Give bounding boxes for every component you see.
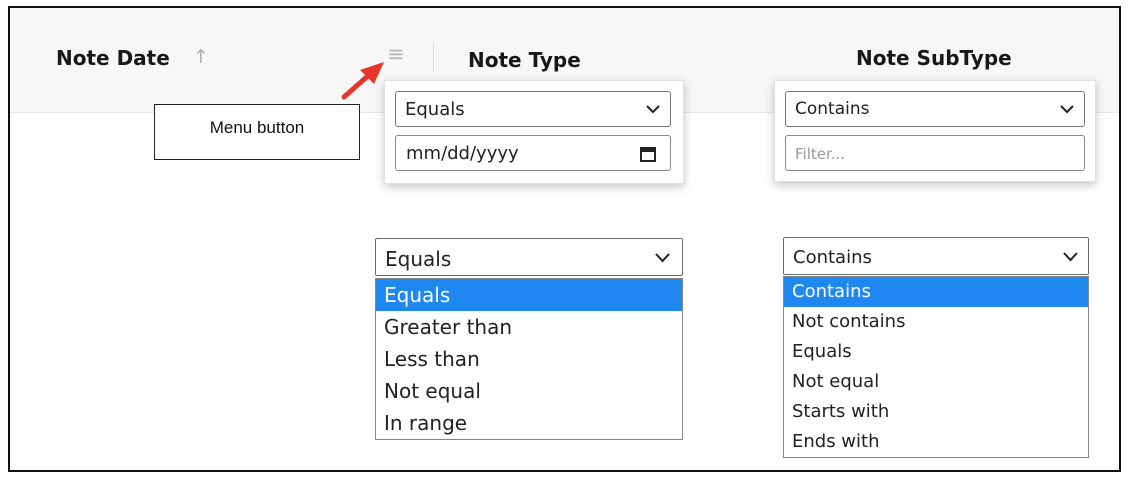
text-option-contains[interactable]: Contains	[784, 277, 1088, 307]
text-option-starts-with[interactable]: Starts with	[784, 397, 1088, 427]
date-operator-dropdown[interactable]: Equals	[375, 238, 683, 276]
text-operator-value: Contains	[795, 99, 870, 119]
chevron-down-icon	[646, 105, 660, 114]
text-operator-select[interactable]: Contains	[785, 91, 1085, 127]
text-filter-popup: Contains Filter...	[774, 80, 1096, 182]
date-operator-value: Equals	[405, 99, 465, 120]
annotation-arrow	[341, 62, 384, 100]
column-header-note-type[interactable]: Note Type	[468, 48, 581, 72]
column-separator	[433, 42, 434, 72]
screenshot-frame: Note Date ↑ ≡ Note Type Note SubType Men…	[8, 6, 1121, 472]
text-operator-dropdown[interactable]: Contains	[783, 237, 1089, 275]
date-placeholder: mm/dd/yyyy	[406, 143, 519, 164]
date-operator-select[interactable]: Equals	[395, 91, 671, 127]
date-operator-options-list: Equals Greater than Less than Not equal …	[375, 278, 683, 440]
text-option-not-equal[interactable]: Not equal	[784, 367, 1088, 397]
date-filter-popup: Equals mm/dd/yyyy	[384, 80, 684, 184]
date-option-less-than[interactable]: Less than	[376, 343, 682, 375]
text-operator-dropdown-value: Contains	[793, 247, 872, 268]
text-operator-options-list: Contains Not contains Equals Not equal S…	[783, 276, 1089, 458]
text-option-not-contains[interactable]: Not contains	[784, 307, 1088, 337]
date-option-greater-than[interactable]: Greater than	[376, 311, 682, 343]
date-option-not-equal[interactable]: Not equal	[376, 375, 682, 407]
date-option-in-range[interactable]: In range	[376, 407, 682, 439]
date-operator-dropdown-value: Equals	[385, 247, 452, 271]
date-option-equals[interactable]: Equals	[376, 279, 682, 311]
date-input[interactable]: mm/dd/yyyy	[395, 135, 671, 171]
text-option-ends-with[interactable]: Ends with	[784, 427, 1088, 457]
text-option-equals[interactable]: Equals	[784, 337, 1088, 367]
chevron-down-icon	[1063, 252, 1078, 262]
column-header-note-date[interactable]: Note Date	[56, 46, 170, 70]
chevron-down-icon	[655, 253, 670, 263]
filter-text-input[interactable]: Filter...	[785, 135, 1085, 171]
menu-icon[interactable]: ≡	[387, 42, 405, 66]
filter-placeholder: Filter...	[795, 145, 846, 163]
chevron-down-icon	[1060, 105, 1074, 114]
sort-ascending-icon[interactable]: ↑	[193, 46, 209, 68]
menu-button-callout: Menu button	[154, 104, 360, 160]
calendar-icon[interactable]	[640, 146, 656, 162]
column-header-note-subtype[interactable]: Note SubType	[856, 46, 1012, 70]
